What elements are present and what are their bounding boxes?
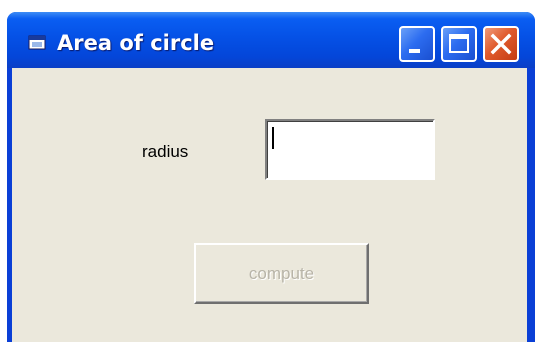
- title-bar[interactable]: Area of circle: [7, 12, 535, 68]
- window-client-area: radius compute: [12, 68, 527, 342]
- text-caret: [272, 127, 274, 149]
- compute-button[interactable]: compute: [194, 243, 369, 304]
- close-icon: [490, 33, 512, 55]
- radius-label: radius: [142, 142, 189, 161]
- maximize-button[interactable]: [441, 26, 477, 62]
- minimize-button[interactable]: [399, 26, 435, 62]
- radius-input[interactable]: [265, 119, 435, 180]
- maximize-icon: [449, 34, 469, 53]
- minimize-icon: [409, 49, 420, 53]
- close-button[interactable]: [483, 26, 519, 62]
- window-title: Area of circle: [57, 31, 215, 55]
- app-window: Area of circle radius compute: [7, 12, 535, 342]
- window-app-icon[interactable]: [28, 35, 46, 50]
